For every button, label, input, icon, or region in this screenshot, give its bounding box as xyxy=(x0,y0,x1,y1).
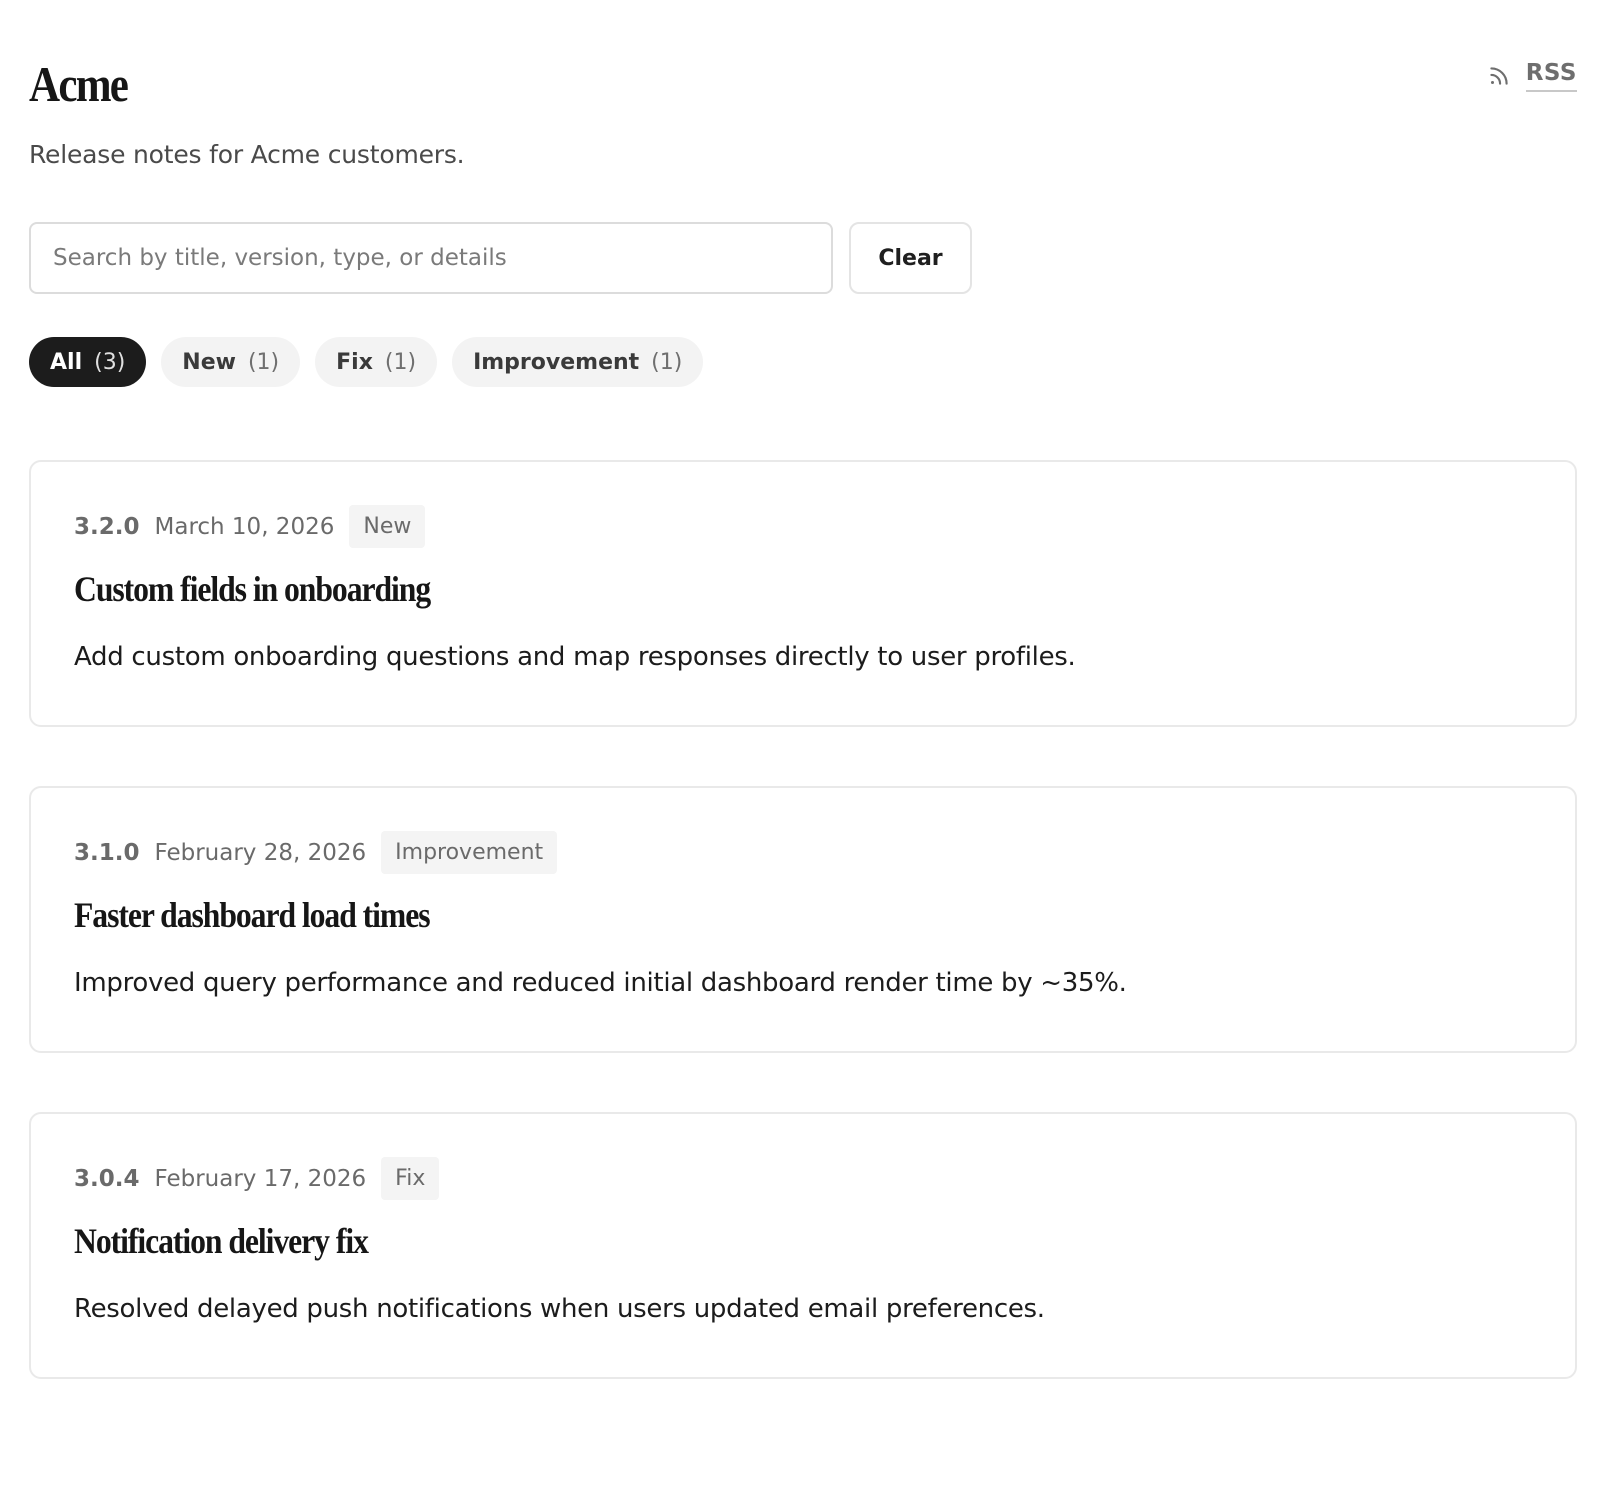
release-version: 3.1.0 xyxy=(74,839,140,866)
filter-chip-label: All xyxy=(50,349,83,375)
filter-chip-count: (1) xyxy=(247,349,280,375)
rss-label: RSS xyxy=(1525,60,1577,92)
filter-chip-label: New xyxy=(182,349,236,375)
rss-link[interactable]: RSS xyxy=(1486,60,1577,92)
filter-chip-count: (1) xyxy=(651,349,683,375)
release-date: February 28, 2026 xyxy=(154,839,367,866)
filter-chip-count: (1) xyxy=(384,349,417,375)
release-description: Add custom onboarding questions and map … xyxy=(74,642,1076,672)
release-version: 3.0.4 xyxy=(74,1165,140,1192)
release-version: 3.2.0 xyxy=(74,513,140,540)
page-title: Acme xyxy=(29,56,129,112)
release-description: Resolved delayed push notifications when… xyxy=(74,1294,1045,1324)
filter-chip-new[interactable]: New (1) xyxy=(161,337,301,387)
clear-button[interactable]: Clear xyxy=(849,222,972,294)
search-bar: Clear xyxy=(29,222,972,294)
release-date: February 17, 2026 xyxy=(154,1165,367,1192)
release-date: March 10, 2026 xyxy=(154,513,335,540)
search-input[interactable] xyxy=(29,222,833,294)
release-card: 3.2.0 March 10, 2026 New Custom fields i… xyxy=(29,460,1577,727)
release-description: Improved query performance and reduced i… xyxy=(74,968,1127,998)
release-meta: 3.1.0 February 28, 2026 Improvement xyxy=(74,831,558,874)
release-title: Custom fields in onboarding xyxy=(74,569,431,609)
page-header: Acme Release notes for Acme customers. R… xyxy=(29,0,1577,387)
release-meta: 3.2.0 March 10, 2026 New xyxy=(74,505,426,548)
release-type-badge: Improvement xyxy=(381,831,558,874)
release-list: 3.2.0 March 10, 2026 New Custom fields i… xyxy=(29,460,1577,1438)
page-tagline: Release notes for Acme customers. xyxy=(29,140,465,169)
release-meta: 3.0.4 February 17, 2026 Fix xyxy=(74,1157,440,1200)
filter-chip-all[interactable]: All (3) xyxy=(29,337,147,387)
release-type-badge: New xyxy=(349,505,426,548)
filter-chip-fix[interactable]: Fix (1) xyxy=(315,337,438,387)
filter-chip-label: Fix xyxy=(336,349,373,375)
filter-chip-label: Improvement xyxy=(473,349,640,375)
type-filter-chips: All (3) New (1) Fix (1) Improvement (1) xyxy=(29,337,704,387)
release-title: Notification delivery fix xyxy=(74,1221,369,1261)
filter-chip-count: (3) xyxy=(94,349,126,375)
release-card: 3.0.4 February 17, 2026 Fix Notification… xyxy=(29,1112,1577,1379)
changelog-page: Acme Release notes for Acme customers. R… xyxy=(29,0,1577,1379)
filter-chip-improvement[interactable]: Improvement (1) xyxy=(452,337,704,387)
release-title: Faster dashboard load times xyxy=(74,895,431,935)
release-type-badge: Fix xyxy=(381,1157,440,1200)
release-card: 3.1.0 February 28, 2026 Improvement Fast… xyxy=(29,786,1577,1053)
rss-icon xyxy=(1486,63,1512,89)
